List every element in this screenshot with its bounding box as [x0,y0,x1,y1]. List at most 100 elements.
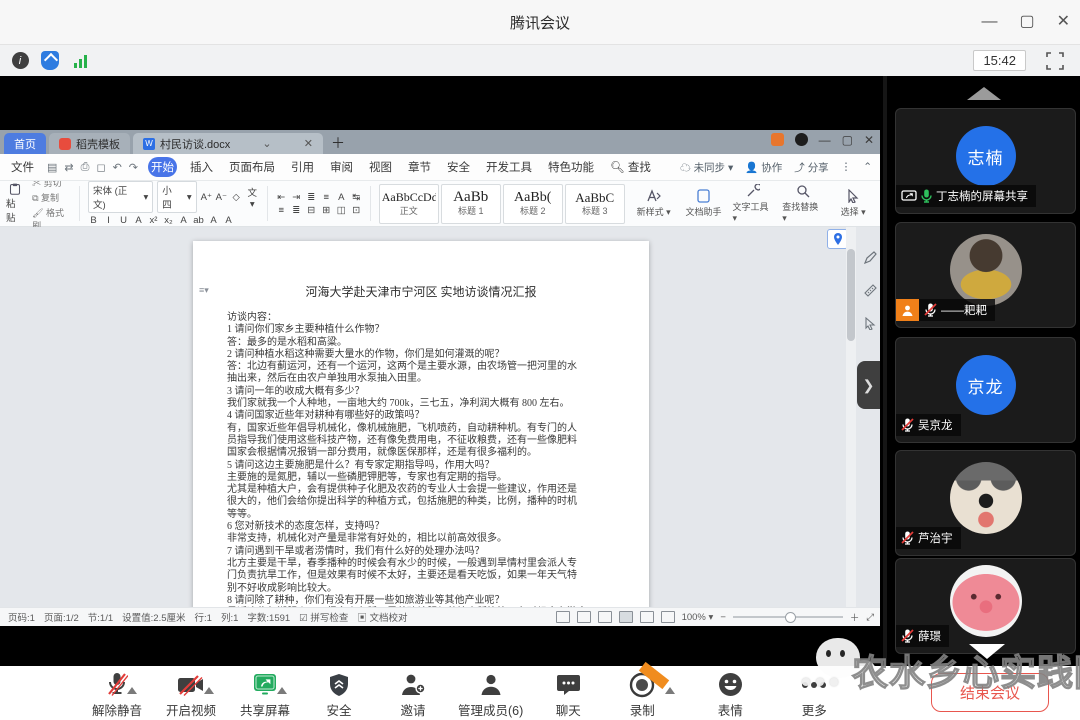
font-size-select[interactable]: 小四▾ [157,181,196,213]
new-tab-button[interactable]: ＋ [331,132,345,154]
record-options-caret[interactable] [665,687,675,694]
style-chip-h2[interactable]: AaBb( 标题 2 [503,184,563,224]
copy-button[interactable]: ⧉ 复制 [32,191,71,204]
invite-button[interactable]: 邀请 [384,666,442,719]
paragraph-tool-icon[interactable]: A [336,192,347,203]
paste-button[interactable]: 粘贴 [6,183,24,224]
scroll-down-arrow[interactable] [969,644,1005,659]
spellcheck-toggle[interactable]: ☑ 拼写检查 [299,610,348,624]
share-options-caret[interactable] [277,687,287,694]
scrollbar-thumb[interactable] [847,249,855,341]
style-chip-h3[interactable]: AaBbC 标题 3 [565,184,625,224]
font-format-button[interactable]: A [208,215,219,226]
wps-document-tab[interactable]: W 村民访谈.docx ⌄ ✕ [133,133,323,154]
font-format-button[interactable]: ab [193,215,204,226]
more-menu-icon[interactable]: ⋮ [841,161,852,173]
menu-tab[interactable]: 审阅 [327,157,356,177]
zoom-slider[interactable] [733,616,843,618]
font-format-button[interactable]: x² [148,215,159,226]
zoom-level[interactable]: 100% ▾ [682,612,714,623]
participant-tile[interactable]: 京龙 吴京龙 [895,337,1076,443]
wps-templates-tab[interactable]: 稻壳模板 [49,133,130,154]
select-button[interactable]: 选择 ▾ [832,183,874,224]
tab-pin-icon[interactable]: ⌄ [262,137,271,150]
menu-tab[interactable]: 特色功能 [545,157,597,177]
wps-maximize-button[interactable]: ▢ [842,134,853,146]
font-format-button[interactable]: A [178,215,189,226]
participant-tile[interactable]: ——耙耙 [895,222,1076,328]
file-menu[interactable]: 文件 [8,157,37,177]
end-meeting-button[interactable]: 结束会议 [931,673,1049,712]
mic-options-caret[interactable] [127,687,137,694]
paragraph-tool-icon[interactable]: ◫ [336,205,347,216]
sync-status[interactable]: ☁ 未同步 ▾ [680,160,733,175]
text-tools-button[interactable]: 文字工具 ▾ [732,183,774,224]
wps-vip-icon[interactable] [771,133,784,146]
zoom-slider-knob[interactable] [785,612,796,623]
text-effects-icon[interactable]: 文▾ [246,185,259,210]
fit-page-icon[interactable]: ⤢ [866,612,874,623]
participant-tile[interactable]: 芦治宇 [895,450,1076,556]
meeting-info-icon[interactable]: i [10,51,30,71]
unmute-button[interactable]: 解除静音 [88,666,146,719]
record-button[interactable]: 录制 [613,666,671,719]
paragraph-tool-icon[interactable]: ≡ [321,192,332,203]
zoom-in-icon[interactable]: ＋ [850,610,860,624]
menu-tab[interactable]: 页面布局 [226,157,278,177]
shrink-font-icon[interactable]: A⁻ [216,192,227,203]
emoji-button[interactable]: 表情 [701,666,759,719]
network-signal-icon[interactable] [70,54,90,68]
video-options-caret[interactable] [204,687,214,694]
view-ink-icon[interactable] [598,611,612,623]
start-video-button[interactable]: 开启视频 [162,666,220,719]
document-scrollbar[interactable] [846,227,856,607]
paragraph-tool-icon[interactable]: ≣ [306,192,317,203]
share-screen-button[interactable]: 共享屏幕 [236,666,294,719]
wps-minimize-button[interactable]: — [819,134,831,146]
font-format-button[interactable]: A [133,215,144,226]
view-fullscreen-icon[interactable] [556,611,570,623]
manage-members-button[interactable]: 管理成员(6) [458,666,523,719]
menu-tab[interactable]: 视图 [366,157,395,177]
wps-home-tab[interactable]: 首页 [4,133,46,154]
proofread-toggle[interactable]: ▣ 文档校对 [357,610,407,624]
font-format-button[interactable]: A [223,215,234,226]
clear-format-icon[interactable]: ◇ [231,192,242,203]
font-format-button[interactable]: U [118,215,129,226]
participant-tile[interactable]: 薛璟 [895,558,1076,654]
style-chip-h1[interactable]: AaBb 标题 1 [441,184,501,224]
menu-tab[interactable]: 引用 [288,157,317,177]
security-button[interactable]: 安全 [310,666,368,719]
wps-close-button[interactable]: ✕ [864,134,874,146]
menu-tab[interactable]: 开发工具 [483,157,535,177]
zoom-out-icon[interactable]: − [720,612,726,623]
paragraph-tool-icon[interactable]: ⊟ [306,205,317,216]
fullscreen-icon[interactable] [1046,52,1064,70]
find-replace-button[interactable]: 查找替换 ▾ [782,183,824,224]
participant-tile-sharer[interactable]: 志楠 丁志楠的屏幕共享 [895,108,1076,214]
view-web-icon[interactable] [661,611,675,623]
menu-tab[interactable]: 插入 [187,157,216,177]
font-format-button[interactable]: B [88,215,99,226]
view-book-icon[interactable] [577,611,591,623]
menu-tab[interactable]: 安全 [444,157,473,177]
ink-pen-icon[interactable] [864,251,877,264]
font-format-button[interactable]: x₂ [163,215,174,226]
style-chip-normal[interactable]: AaBbCcDd 正文 [379,184,439,224]
tab-close-icon[interactable]: ✕ [304,137,313,150]
paragraph-tool-icon[interactable]: ⇥ [291,192,302,203]
menu-tab-start[interactable]: 开始 [148,157,177,177]
minimize-button[interactable]: — [981,14,997,30]
view-print-layout-icon[interactable] [619,611,633,623]
quick-access-toolbar[interactable]: ▤⇄ ⎙◻ ↶↷ [47,161,138,174]
ruler-icon[interactable] [864,284,877,297]
cursor-icon[interactable] [865,317,876,330]
menu-tab[interactable]: 章节 [405,157,434,177]
scroll-up-arrow[interactable] [967,87,1001,100]
paragraph-tool-icon[interactable]: ≣ [291,205,302,216]
wps-account-icon[interactable] [795,133,808,146]
grow-font-icon[interactable]: A⁺ [201,192,212,203]
view-outline-icon[interactable] [640,611,654,623]
new-style-button[interactable]: 新样式 ▾ [633,183,675,224]
paragraph-tool-icon[interactable]: ⊞ [321,205,332,216]
